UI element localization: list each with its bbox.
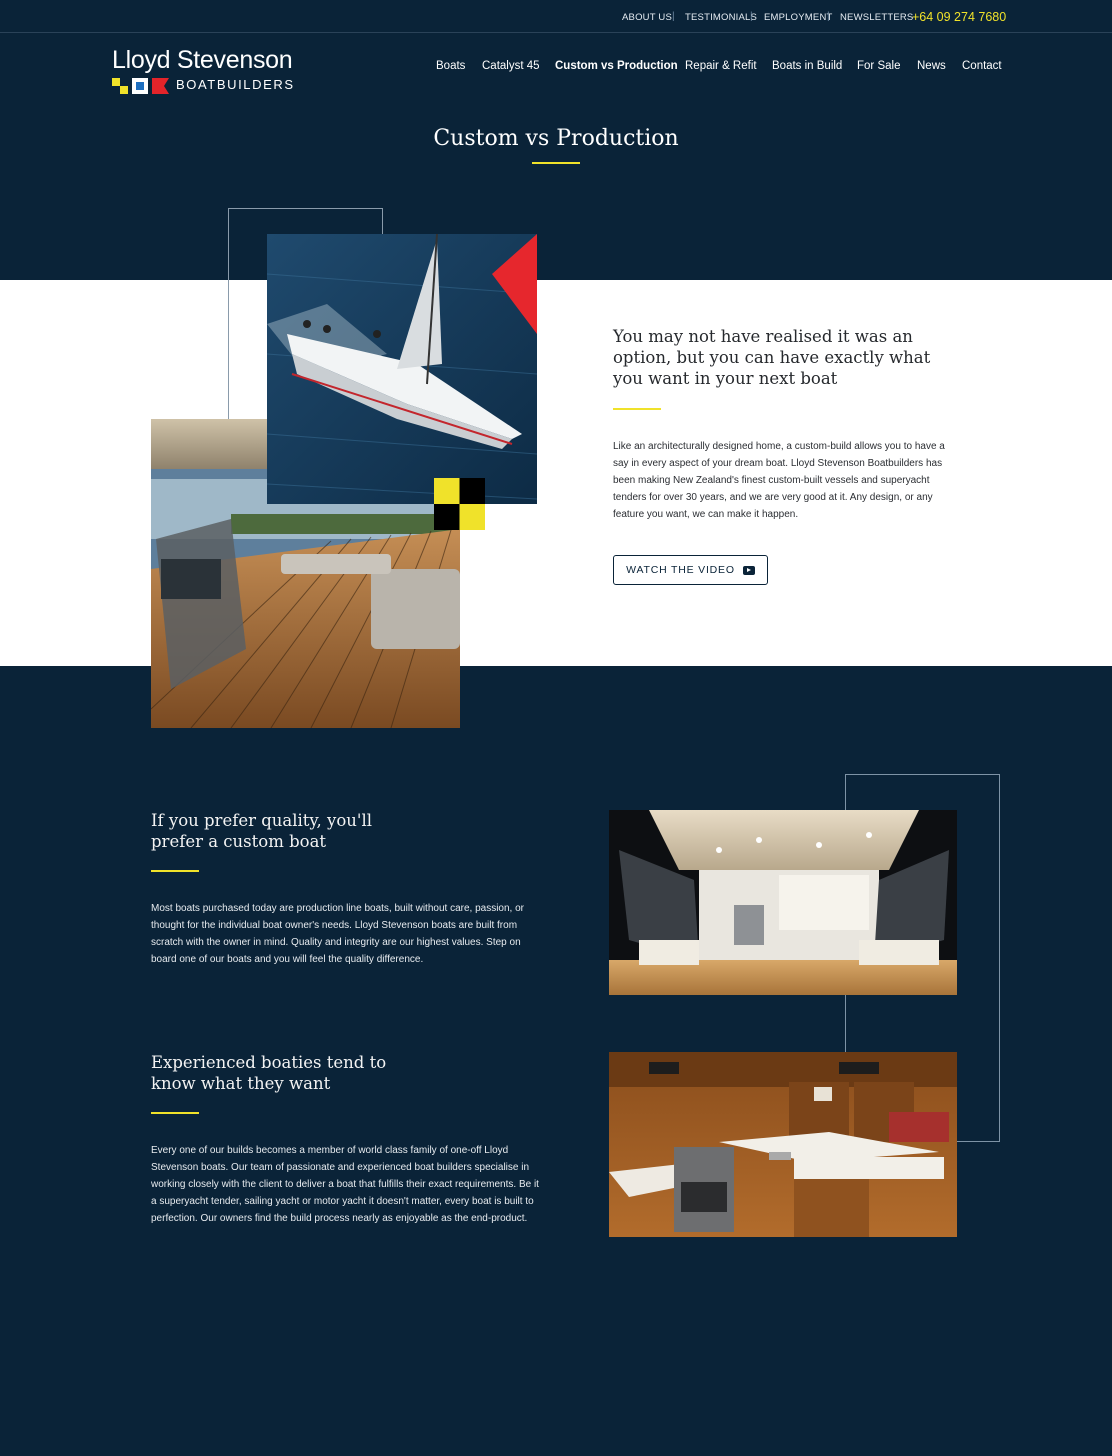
- title-underline: [532, 162, 580, 164]
- cockpit-interior-photo: [609, 810, 957, 995]
- watch-video-button[interactable]: WATCH THE VIDEO: [613, 555, 768, 585]
- experienced-paragraph: Every one of our builds becomes a member…: [151, 1145, 539, 1224]
- youtube-icon: [742, 565, 755, 575]
- intro-heading: You may not have realised it was an opti…: [613, 327, 931, 388]
- intro-heading-underline: [613, 408, 661, 410]
- utility-link-employment[interactable]: EMPLOYMENT: [764, 12, 833, 23]
- watch-video-label: WATCH THE VIDEO: [626, 564, 735, 576]
- galley-interior-photo: [609, 1052, 957, 1237]
- phone-number[interactable]: +64 09 274 7680: [912, 10, 1006, 24]
- checker-flag-accent-icon: [434, 478, 485, 530]
- nav-item-catalyst-45[interactable]: Catalyst 45: [482, 60, 540, 72]
- quality-paragraph: Most boats purchased today are productio…: [151, 903, 524, 965]
- nav-item-custom-vs-production[interactable]: Custom vs Production: [555, 60, 678, 72]
- experienced-heading-underline: [151, 1112, 199, 1114]
- quality-heading-underline: [151, 870, 199, 872]
- utility-link-about-us[interactable]: ABOUT US: [622, 12, 672, 23]
- utility-bar: ABOUT US | TESTIMONIALS | EMPLOYMENT | N…: [0, 0, 1112, 33]
- divider: |: [672, 11, 675, 22]
- divider: |: [750, 11, 753, 22]
- logo-subtitle: BOATBUILDERS: [176, 77, 295, 92]
- nav-item-news[interactable]: News: [917, 60, 946, 72]
- nav-item-boats[interactable]: Boats: [436, 60, 465, 72]
- divider: |: [827, 11, 830, 22]
- nav-item-for-sale[interactable]: For Sale: [857, 60, 900, 72]
- logo-name[interactable]: Lloyd Stevenson: [112, 46, 293, 75]
- utility-link-testimonials[interactable]: TESTIMONIALS: [685, 12, 757, 23]
- utility-link-newsletters[interactable]: NEWSLETTERS: [840, 12, 913, 23]
- signal-flags-logo-icon: [112, 78, 169, 94]
- experienced-heading: Experienced boaties tend to know what th…: [151, 1053, 387, 1093]
- sailing-yacht-photo: [267, 234, 537, 504]
- page-title: Custom vs Production: [433, 126, 679, 151]
- intro-paragraph: Like an architecturally designed home, a…: [613, 441, 945, 520]
- nav-item-boats-in-build[interactable]: Boats in Build: [772, 60, 842, 72]
- nav-item-contact[interactable]: Contact: [962, 60, 1002, 72]
- nav-item-repair-refit[interactable]: Repair & Refit: [685, 60, 757, 72]
- quality-heading: If you prefer quality, you'll prefer a c…: [151, 811, 373, 851]
